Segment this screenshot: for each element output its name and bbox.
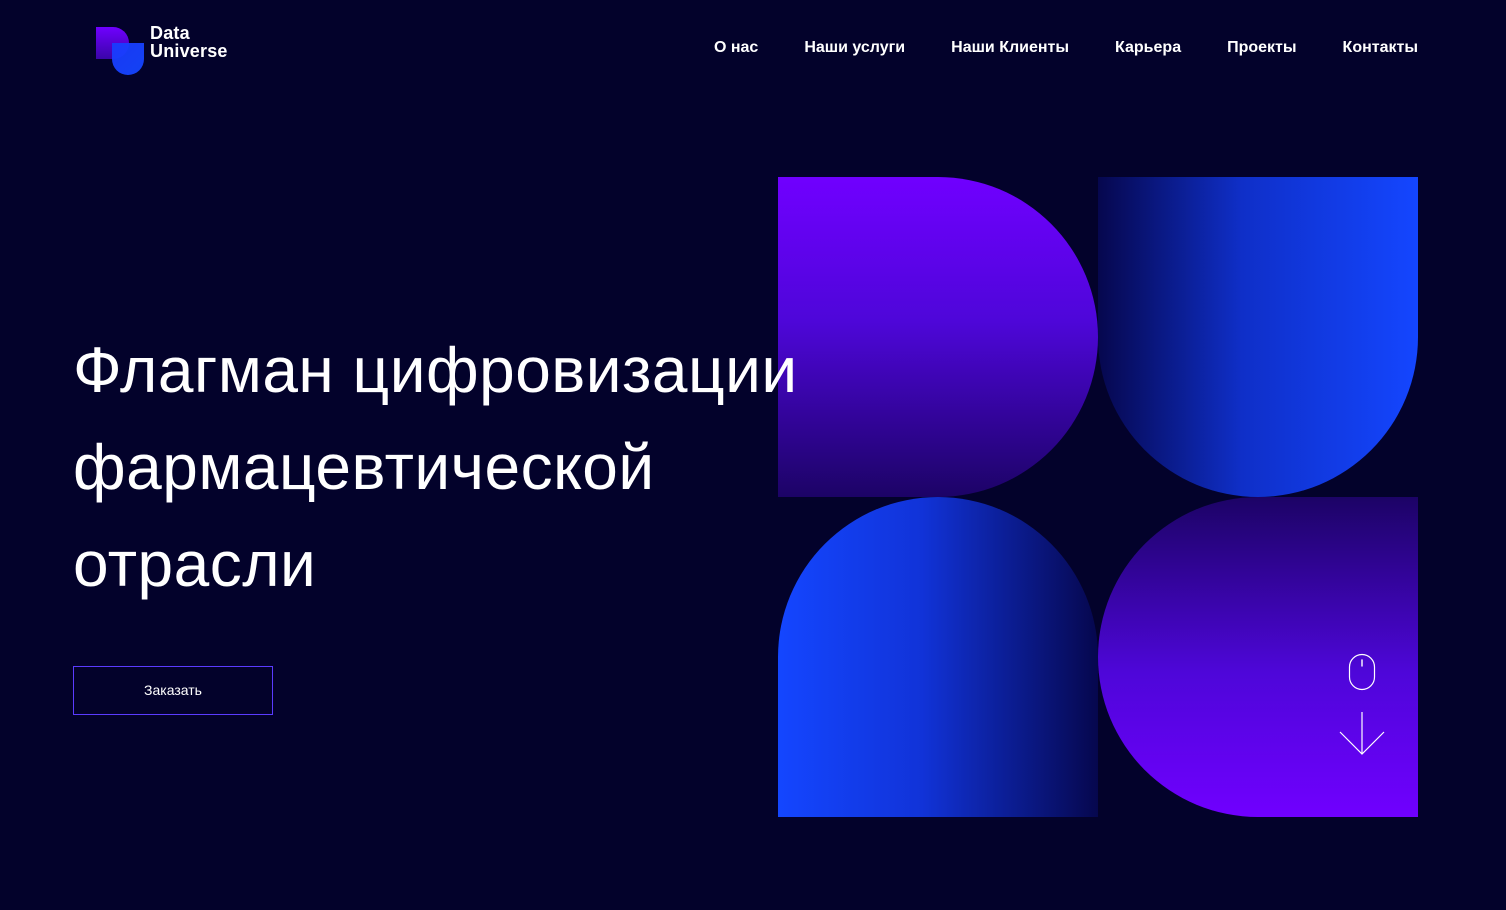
hero-title-line-2: фармацевтической — [73, 431, 655, 503]
art-shape-top-right — [1098, 177, 1418, 497]
nav-item-projects[interactable]: Проекты — [1227, 38, 1296, 58]
scroll-down-hint[interactable] — [1338, 653, 1386, 761]
nav-item-career[interactable]: Карьера — [1115, 38, 1181, 58]
hero-title-line-1: Флагман цифровизации — [73, 334, 798, 406]
data-universe-logo-icon — [95, 26, 147, 78]
main-nav: О нас Наши услуги Наши Клиенты Карьера П… — [668, 38, 1418, 58]
nav-item-contacts[interactable]: Контакты — [1343, 38, 1418, 58]
logo-text: Data Universe — [150, 24, 228, 60]
logo-link[interactable]: Data Universe — [95, 24, 245, 78]
nav-item-about[interactable]: О нас — [714, 38, 758, 58]
hero-title: Флагман цифровизации фармацевтической от… — [73, 322, 833, 613]
landing-page: Data Universe О нас Наши услуги Наши Кли… — [0, 0, 1506, 910]
logo-line-2: Universe — [150, 41, 228, 61]
arrow-down-icon — [1338, 711, 1386, 762]
hero-art — [778, 177, 1418, 817]
nav-item-clients[interactable]: Наши Клиенты — [951, 38, 1069, 58]
logo-line-1: Data — [150, 23, 190, 43]
hero-title-line-3: отрасли — [73, 528, 317, 600]
nav-item-services[interactable]: Наши услуги — [804, 38, 905, 58]
mouse-icon — [1348, 653, 1376, 696]
order-button[interactable]: Заказать — [73, 666, 273, 715]
